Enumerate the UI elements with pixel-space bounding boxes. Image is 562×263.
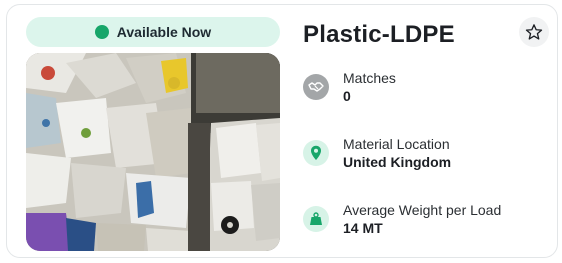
handshake-icon (303, 74, 329, 100)
detail-value: 0 (343, 88, 351, 104)
weight-icon (303, 206, 329, 232)
star-icon (525, 24, 543, 40)
listing-title: Plastic-LDPE (303, 21, 455, 48)
location-pin-icon (303, 140, 329, 166)
detail-location: Material Location United Kingdom (303, 135, 451, 171)
detail-matches: Matches 0 (303, 69, 396, 105)
status-badge: Available Now (26, 17, 280, 47)
material-photo (26, 53, 280, 251)
favorite-button[interactable] (519, 17, 549, 47)
detail-label: Average Weight per Load (343, 202, 502, 218)
detail-weight: Average Weight per Load 14 MT (303, 201, 501, 237)
detail-label: Matches (343, 70, 396, 86)
status-dot-icon (94, 25, 109, 39)
detail-value: 14 MT (343, 220, 383, 236)
status-label: Available Now (116, 24, 212, 40)
detail-value: United Kingdom (343, 154, 452, 170)
listing-card[interactable]: Available Now Plastic-LDPE Matches 0 Mat… (6, 4, 558, 258)
detail-label: Material Location (343, 136, 450, 152)
